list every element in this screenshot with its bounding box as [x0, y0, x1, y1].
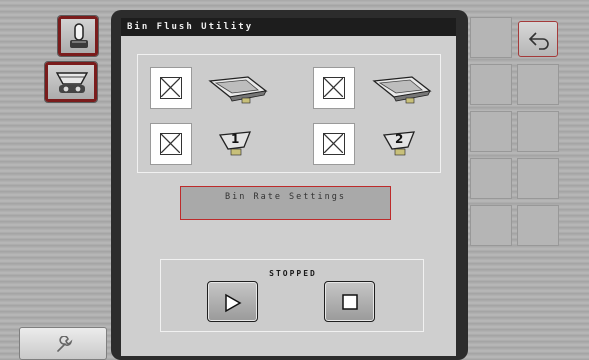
- panel-content: Bin Flush Utility 1 2 Bin Rate Settings …: [121, 18, 456, 356]
- flush-control-group: STOPPED: [160, 259, 424, 332]
- softkey-slot[interactable]: [517, 64, 559, 105]
- bin-selection-group: 1 2: [137, 54, 441, 173]
- joystick-icon: [70, 23, 88, 48]
- bin-2-checkbox[interactable]: [313, 123, 355, 165]
- main-bin-right-checkbox[interactable]: [313, 67, 355, 109]
- bin-flush-icon: [55, 72, 89, 93]
- softkey-slot[interactable]: [470, 111, 512, 152]
- status-text: STOPPED: [269, 269, 317, 278]
- bin-1-checkbox[interactable]: [150, 123, 192, 165]
- joystick-button[interactable]: [57, 15, 99, 57]
- softkey-slot[interactable]: [517, 205, 559, 246]
- main-bin-icon: [372, 76, 432, 104]
- main-panel: Bin Flush Utility 1 2 Bin Rate Settings …: [111, 10, 468, 360]
- bin-flush-nav-button[interactable]: [44, 61, 98, 103]
- back-button[interactable]: [518, 21, 558, 57]
- bin-1-number: 1: [231, 132, 240, 146]
- main-bin-left-checkbox[interactable]: [150, 67, 192, 109]
- stop-icon: [342, 294, 358, 310]
- right-softkey-grid: [468, 15, 562, 346]
- play-icon: [225, 293, 242, 313]
- stop-button[interactable]: [324, 281, 375, 322]
- softkey-slot[interactable]: [470, 17, 512, 58]
- main-bin-icon: [208, 76, 268, 104]
- bin-1-icon: 1: [218, 127, 252, 161]
- softkey-slot[interactable]: [470, 64, 512, 105]
- wrench-icon: [57, 336, 73, 352]
- softkey-slot[interactable]: [470, 205, 512, 246]
- softkey-slot[interactable]: [517, 158, 559, 199]
- softkey-slot[interactable]: [517, 111, 559, 152]
- play-button[interactable]: [207, 281, 258, 322]
- page-title: Bin Flush Utility: [121, 18, 456, 36]
- bin-2-icon: 2: [382, 127, 416, 161]
- wrench-button[interactable]: [19, 327, 107, 360]
- bin-rate-settings-button[interactable]: Bin Rate Settings: [180, 186, 391, 220]
- back-arrow-icon: [528, 32, 549, 50]
- bin-2-number: 2: [395, 132, 404, 146]
- softkey-slot[interactable]: [470, 158, 512, 199]
